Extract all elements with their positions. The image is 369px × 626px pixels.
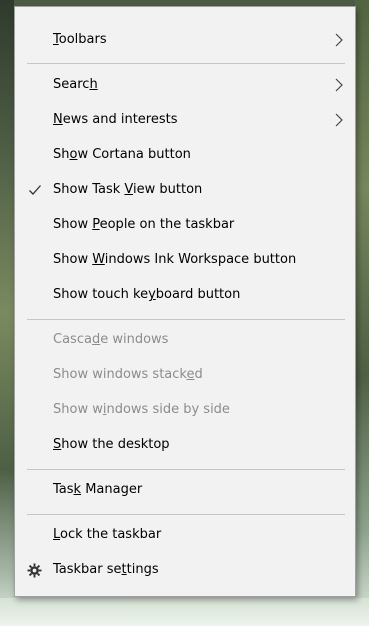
menu-item-toolbars[interactable]: Toolbars	[15, 25, 355, 55]
menu-item-label: Show windows side by side	[53, 402, 230, 417]
menu-item-label: Show touch keyboard button	[53, 287, 241, 302]
menu-item-label: Search	[53, 77, 98, 92]
menu-separator	[27, 63, 345, 64]
menu-item-show-people-on-taskbar[interactable]: Show People on the taskbar	[15, 210, 355, 240]
menu-item-cascade-windows: Cascade windows	[15, 325, 355, 355]
desktop-background-right	[355, 0, 369, 626]
menu-item-label: Show Windows Ink Workspace button	[53, 252, 297, 267]
menu-item-label: Show Cortana button	[53, 147, 191, 162]
desktop-background-left	[0, 0, 14, 626]
menu-item-show-task-view-button[interactable]: Show Task View button	[15, 175, 355, 205]
chevron-right-icon	[335, 113, 343, 127]
menu-item-label: Lock the taskbar	[53, 527, 162, 542]
menu-item-show-touch-keyboard[interactable]: Show touch keyboard button	[15, 280, 355, 310]
menu-item-taskbar-settings[interactable]: Taskbar settings	[15, 555, 355, 585]
menu-separator	[27, 514, 345, 515]
checkmark-icon	[29, 185, 41, 195]
menu-item-label: Toolbars	[53, 32, 107, 47]
menu-item-label: Show Task View button	[53, 182, 203, 197]
menu-item-task-manager[interactable]: Task Manager	[15, 475, 355, 505]
menu-item-show-cortana-button[interactable]: Show Cortana button	[15, 140, 355, 170]
menu-item-show-windows-ink-workspace[interactable]: Show Windows Ink Workspace button	[15, 245, 355, 275]
menu-item-label: Show windows stacked	[53, 367, 203, 382]
menu-item-search[interactable]: Search	[15, 70, 355, 100]
menu-item-label: Show the desktop	[53, 437, 170, 452]
taskbar-context-menu: Toolbars Search News and interests Show …	[14, 6, 356, 597]
menu-item-label: Cascade windows	[53, 332, 169, 347]
chevron-right-icon	[335, 33, 343, 47]
menu-item-show-windows-side-by-side: Show windows side by side	[15, 395, 355, 425]
menu-item-label: Taskbar settings	[53, 562, 159, 577]
desktop-background-bottom	[0, 598, 369, 626]
chevron-right-icon	[335, 78, 343, 92]
menu-item-lock-the-taskbar[interactable]: Lock the taskbar	[15, 520, 355, 550]
menu-item-label: Task Manager	[53, 482, 143, 497]
menu-item-label: Show People on the taskbar	[53, 217, 235, 232]
menu-item-show-the-desktop[interactable]: Show the desktop	[15, 430, 355, 460]
menu-item-label: News and interests	[53, 112, 178, 127]
menu-item-news-and-interests[interactable]: News and interests	[15, 105, 355, 135]
gear-icon	[27, 563, 42, 578]
menu-item-show-windows-stacked: Show windows stacked	[15, 360, 355, 390]
menu-separator	[27, 319, 345, 320]
menu-separator	[27, 469, 345, 470]
